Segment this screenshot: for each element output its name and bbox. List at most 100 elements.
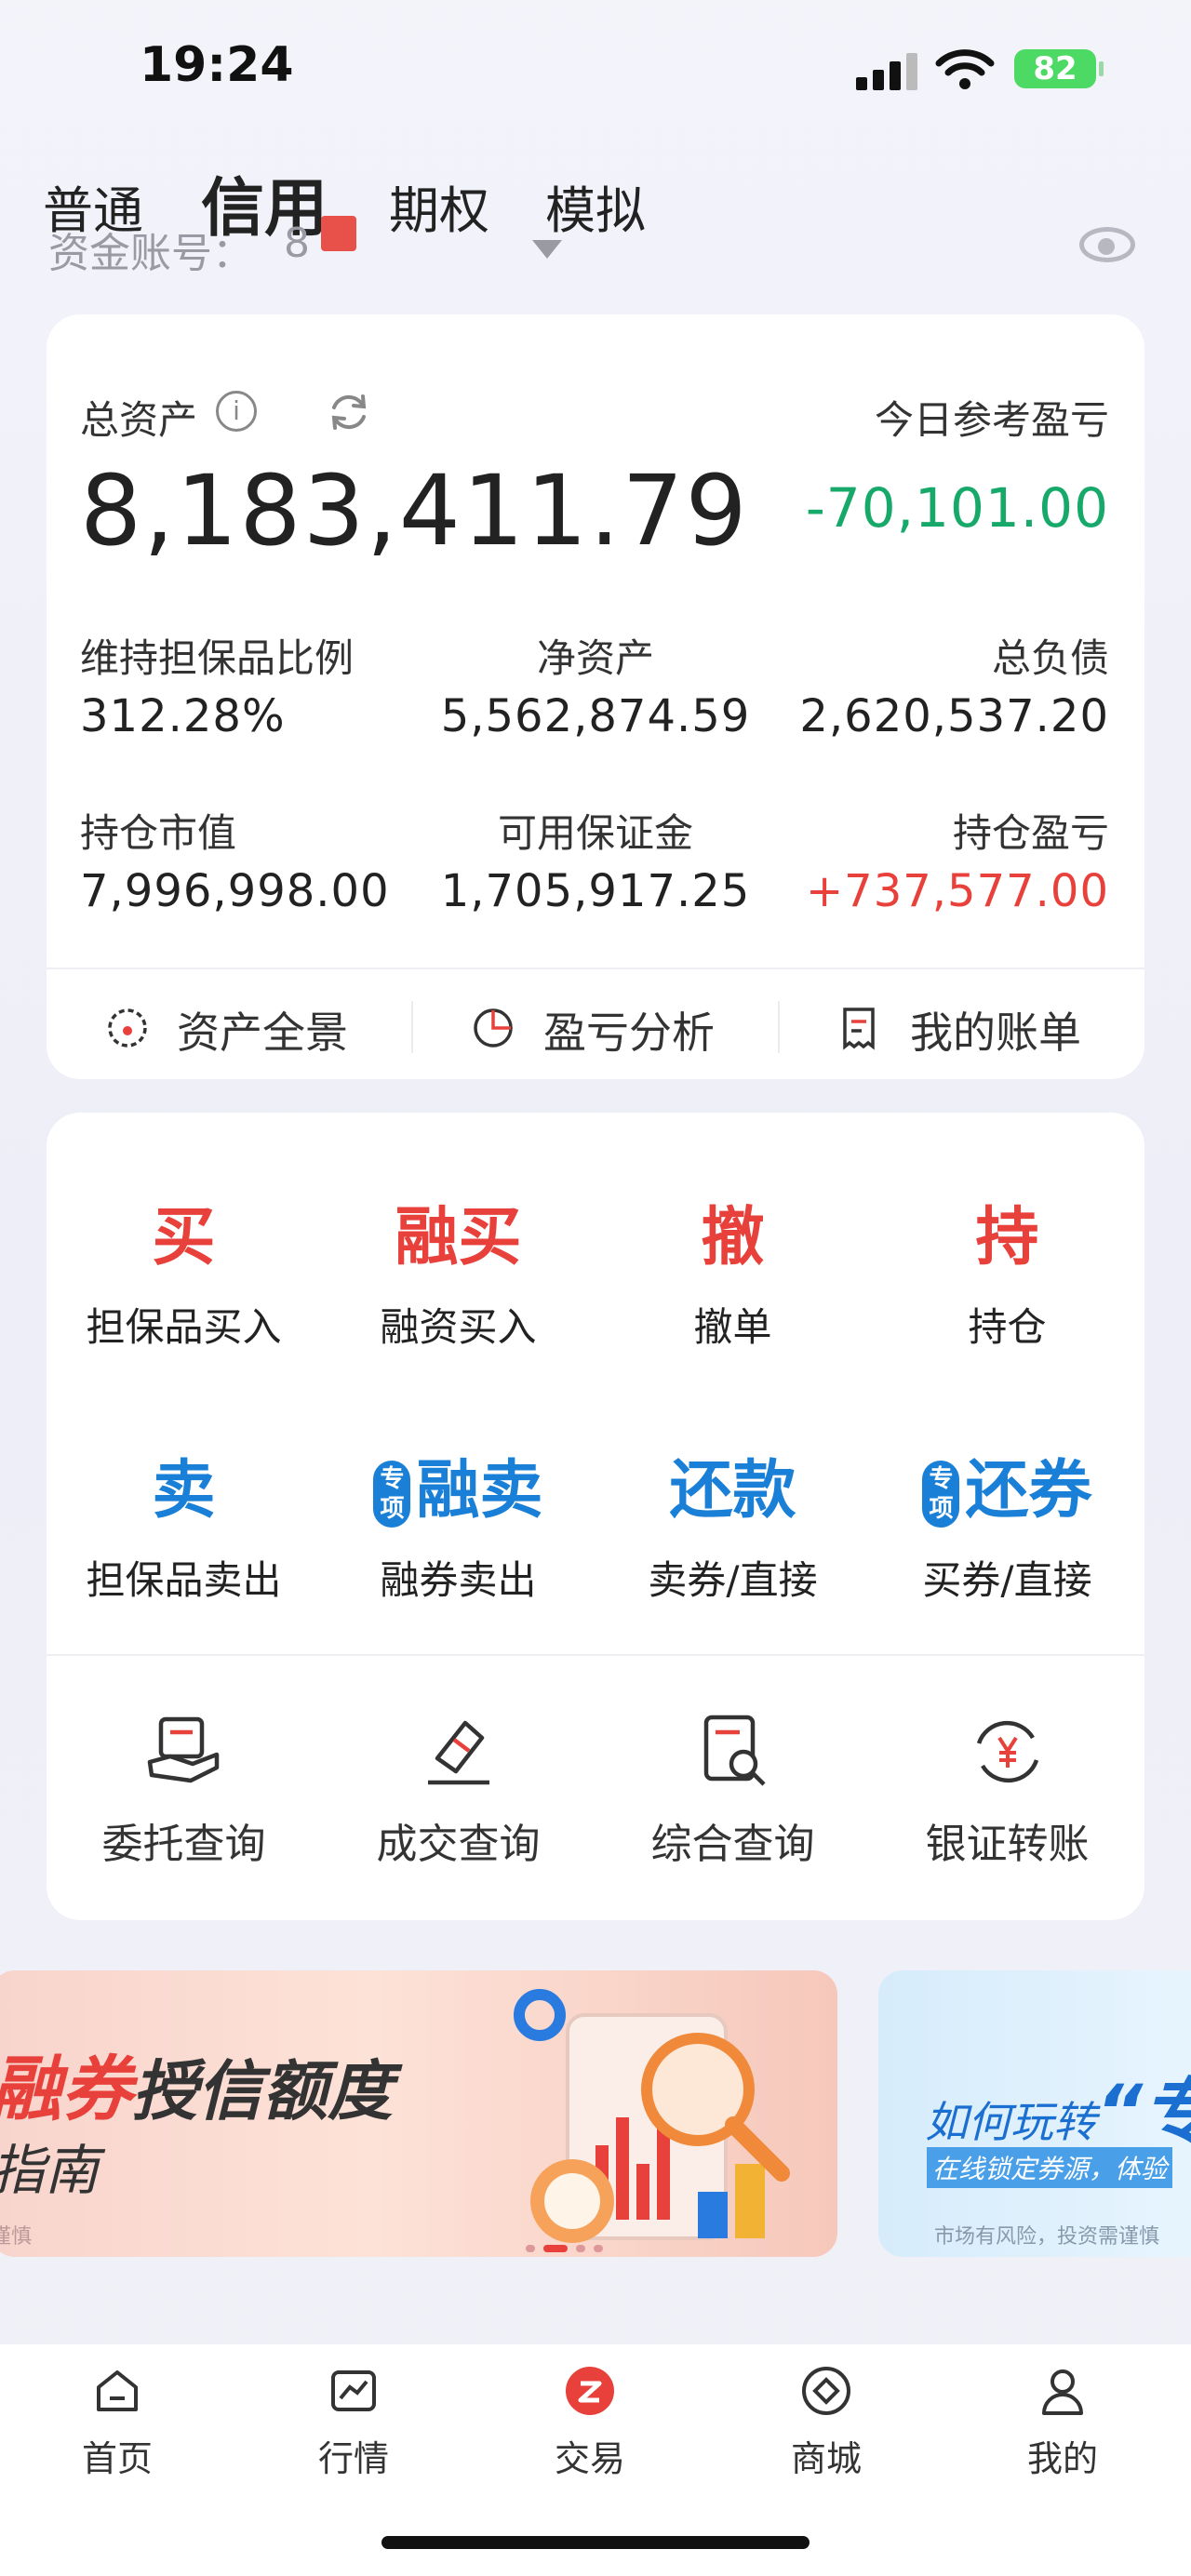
today-pnl-label: 今日参考盈亏 xyxy=(874,397,1109,443)
yen-transfer-icon xyxy=(976,1720,1038,1783)
divider xyxy=(47,968,1144,969)
account-dropdown-icon[interactable] xyxy=(532,240,562,259)
banner1-note: 谨慎 xyxy=(0,2225,33,2249)
position-value: 7,996,998.00 xyxy=(80,865,390,917)
redaction-mark xyxy=(321,216,356,251)
banner2-title-strong: “专 xyxy=(1096,2071,1191,2155)
my-bill-link[interactable]: 我的账单 xyxy=(910,999,1081,1061)
margin-buy-title: 融买 xyxy=(395,1201,522,1275)
net-assets-label: 净资产 xyxy=(536,635,654,681)
trade-icon xyxy=(566,2367,614,2415)
nav-home-label: 首页 xyxy=(81,2438,153,2479)
collateral-sell-label: 担保品卖出 xyxy=(86,1557,282,1603)
available-margin-label: 可用保证金 xyxy=(497,810,693,856)
collateral-buy-title: 买 xyxy=(152,1201,216,1275)
bank-transfer-button[interactable]: 银证转账 xyxy=(870,1710,1144,1870)
account-number[interactable]: 8 xyxy=(284,220,310,267)
tab-options[interactable]: 期权 xyxy=(389,169,489,243)
banner2-note: 市场有风险，投资需谨慎 xyxy=(934,2225,1160,2249)
return-securities-button[interactable]: 专项 还券 买券/直接 xyxy=(870,1438,1144,1606)
positions-title: 持 xyxy=(975,1201,1039,1275)
cellular-signal-icon xyxy=(856,53,917,90)
cancel-order-label: 撤单 xyxy=(693,1304,772,1350)
collateral-buy-button[interactable]: 买 担保品买入 xyxy=(47,1185,321,1353)
total-liabilities-value: 2,620,537.20 xyxy=(799,690,1109,742)
position-pnl-label: 持仓盈亏 xyxy=(952,810,1109,856)
nav-trade-label: 交易 xyxy=(554,2438,625,2479)
deal-query-button[interactable]: 成交查询 xyxy=(321,1710,596,1870)
carousel-dots[interactable] xyxy=(526,2238,609,2252)
nav-market[interactable]: 行情 xyxy=(298,2363,409,2481)
position-value-label: 持仓市值 xyxy=(80,810,237,856)
repay-label: 卖券/直接 xyxy=(648,1557,818,1603)
banner-special-guide[interactable]: 如何玩转“专 在线锁定券源，体验 市场有风险，投资需谨慎 xyxy=(878,1970,1191,2257)
special-badge: 专项 xyxy=(922,1461,960,1528)
general-query-label: 综合查询 xyxy=(650,1821,815,1868)
repay-title: 还款 xyxy=(669,1454,796,1528)
cancel-order-button[interactable]: 撤 撤单 xyxy=(596,1185,870,1353)
today-pnl-value: -70,101.00 xyxy=(805,476,1109,540)
short-sell-label: 融券卖出 xyxy=(380,1557,537,1603)
tab-simulation[interactable]: 模拟 xyxy=(545,169,646,243)
collateral-buy-label: 担保品买入 xyxy=(86,1304,282,1350)
nav-trade[interactable]: 交易 xyxy=(534,2363,646,2481)
home-indicator[interactable] xyxy=(381,2536,810,2549)
account-label: 资金账号： xyxy=(48,230,253,277)
nav-store-label: 商城 xyxy=(790,2438,862,2479)
deal-query-icon xyxy=(427,1720,489,1785)
nav-home[interactable]: 首页 xyxy=(61,2363,173,2481)
collateral-sell-button[interactable]: 卖 担保品卖出 xyxy=(47,1438,321,1606)
asset-overview-link[interactable]: 资产全景 xyxy=(177,999,348,1061)
eye-icon[interactable] xyxy=(1079,227,1135,262)
home-icon xyxy=(97,2370,138,2411)
return-securities-title: 还券 xyxy=(965,1454,1092,1528)
banner2-title: 如何玩转 xyxy=(925,2097,1096,2147)
magnifier-chart-illustration xyxy=(514,1989,790,2243)
receipt-icon xyxy=(843,1008,875,1050)
banner1-title: 授信额度 xyxy=(132,2053,393,2129)
divider xyxy=(47,1654,1144,1656)
nav-market-label: 行情 xyxy=(317,2438,389,2479)
short-sell-title: 融卖 xyxy=(416,1454,543,1528)
margin-buy-label: 融资买入 xyxy=(380,1304,537,1350)
nav-store[interactable]: 商城 xyxy=(770,2363,882,2481)
total-liabilities-label: 总负债 xyxy=(991,635,1109,681)
bank-transfer-label: 银证转账 xyxy=(925,1821,1090,1868)
short-sell-button[interactable]: 专项 融卖 融券卖出 xyxy=(321,1438,596,1606)
order-query-icon xyxy=(147,1716,219,1783)
total-assets-value: 8,183,411.79 xyxy=(80,454,749,567)
pnl-analysis-link[interactable]: 盈亏分析 xyxy=(543,999,715,1061)
total-assets-label: 总资产 xyxy=(80,397,198,443)
search-doc-icon xyxy=(703,1715,766,1786)
refresh-icon[interactable] xyxy=(326,389,372,435)
wifi-icon xyxy=(935,49,995,89)
status-time: 19:24 xyxy=(140,37,294,93)
repay-button[interactable]: 还款 卖券/直接 xyxy=(596,1438,870,1606)
user-icon xyxy=(1042,2369,1083,2415)
margin-buy-button[interactable]: 融买 融资买入 xyxy=(321,1185,596,1353)
nav-me[interactable]: 我的 xyxy=(1007,2363,1118,2481)
net-assets-value: 5,562,874.59 xyxy=(440,690,751,742)
order-query-button[interactable]: 委托查询 xyxy=(47,1710,321,1870)
maintenance-ratio-label: 维持担保品比例 xyxy=(80,635,355,681)
battery-icon: 82 xyxy=(1014,49,1104,88)
divider xyxy=(411,1001,413,1053)
banner1-subtitle: 指南 xyxy=(0,2139,100,2202)
collateral-sell-title: 卖 xyxy=(152,1454,216,1528)
maintenance-ratio-value: 312.28% xyxy=(80,690,286,742)
available-margin-value: 1,705,917.25 xyxy=(440,865,751,917)
store-icon xyxy=(802,2367,850,2415)
position-pnl-value: +737,577.00 xyxy=(805,865,1109,917)
info-icon[interactable]: i xyxy=(216,391,257,432)
order-query-label: 委托查询 xyxy=(101,1821,266,1868)
cancel-order-title: 撤 xyxy=(701,1201,765,1275)
positions-label: 持仓 xyxy=(968,1304,1047,1350)
gauge-icon xyxy=(108,1008,147,1048)
general-query-button[interactable]: 综合查询 xyxy=(596,1710,870,1870)
banner1-title-strong: 融券 xyxy=(0,2048,132,2130)
pie-chart-icon xyxy=(474,1008,513,1048)
deal-query-label: 成交查询 xyxy=(376,1821,541,1868)
positions-button[interactable]: 持 持仓 xyxy=(870,1185,1144,1353)
divider xyxy=(778,1001,780,1053)
banner-securities-lending[interactable]: 融券授信额度 指南 谨慎 xyxy=(0,1970,837,2257)
